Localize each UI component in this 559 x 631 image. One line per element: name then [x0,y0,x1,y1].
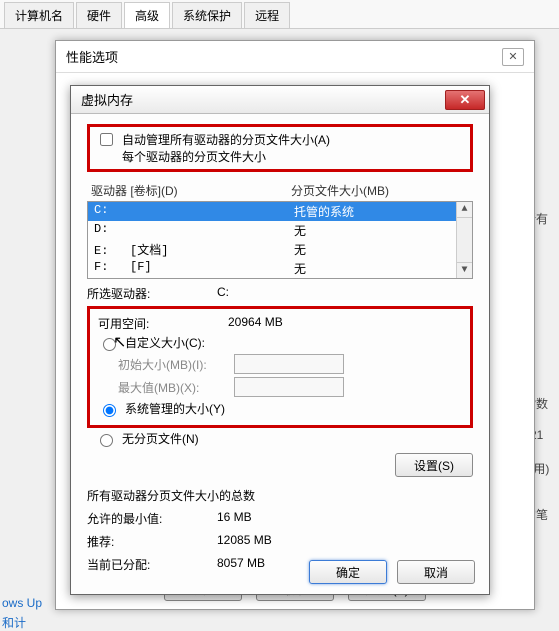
auto-manage-label: 自动管理所有驱动器的分页文件大小(A) [122,131,330,148]
vm-cancel-button[interactable]: 取消 [397,560,475,584]
drive-list-header: 驱动器 [卷标](D) 分页文件大小(MB) [87,180,473,201]
virtual-memory-dialog: 虚拟内存 ✕ 自动管理所有驱动器的分页文件大小(A) 每个驱动器的分页文件大小 … [70,85,490,595]
system-managed-label: 系统管理的大小(Y) [125,400,225,417]
no-paging-label: 无分页文件(N) [122,430,199,447]
performance-options-title: 性能选项 [66,47,118,66]
drive-row-c[interactable]: C: 托管的系统 [88,202,472,221]
virtual-memory-close-button[interactable]: ✕ [445,90,485,110]
current-alloc-value: 8057 MB [217,556,265,573]
no-paging-radio[interactable] [100,434,113,447]
tab-system-protection[interactable]: 系统保护 [172,2,242,28]
col-drive-label: 驱动器 [卷标](D) [91,182,291,199]
drive-list-scrollbar[interactable]: ▲ ▼ [456,202,472,278]
allowed-min-value: 16 MB [217,510,252,527]
custom-size-radio[interactable] [103,338,116,351]
tab-remote[interactable]: 远程 [244,2,290,28]
scroll-down-icon[interactable]: ▼ [457,262,472,278]
drive-row-e[interactable]: E: [文档] 无 [88,240,472,259]
tab-computer-name[interactable]: 计算机名 [4,2,74,28]
max-size-input[interactable] [234,377,344,397]
custom-size-label: 自定义大小(C): [125,334,205,351]
drive-row-f[interactable]: F: [F] 无 [88,259,472,278]
avail-space-value: 20964 MB [228,315,283,332]
allowed-min-label: 允许的最小值: [87,510,217,527]
initial-size-input[interactable] [234,354,344,374]
initial-size-label: 初始大小(MB)(I): [118,356,228,373]
set-button[interactable]: 设置(S) [395,453,473,477]
vm-ok-button[interactable]: 确定 [309,560,387,584]
highlight-auto-manage: 自动管理所有驱动器的分页文件大小(A) 每个驱动器的分页文件大小 [87,124,473,172]
bg-ows-up: ows Up [2,596,42,610]
recommended-label: 推荐: [87,533,217,550]
avail-space-label: 可用空间: [98,315,228,332]
current-alloc-label: 当前已分配: [87,556,217,573]
max-size-label: 最大值(MB)(X): [118,379,228,396]
per-drive-label: 每个驱动器的分页文件大小 [122,148,330,165]
performance-options-close-icon[interactable]: ✕ [502,48,524,66]
tab-advanced[interactable]: 高级 [124,2,170,28]
highlight-custom-size: 可用空间: 20964 MB 自定义大小(C): 初始大小(MB)(I): 最大… [87,306,473,428]
selected-drive-label: 所选驱动器: [87,285,217,302]
selected-drive-value: C: [217,285,229,302]
scroll-up-icon[interactable]: ▲ [457,202,472,218]
virtual-memory-title: 虚拟内存 [81,90,133,109]
totals-label: 所有驱动器分页文件大小的总数 [87,487,473,504]
auto-manage-checkbox[interactable] [100,133,113,146]
col-size-label: 分页文件大小(MB) [291,182,389,199]
system-properties-tabs: 计算机名 硬件 高级 系统保护 远程 [0,0,559,29]
bg-heji: 和计 [2,614,26,631]
drive-row-d[interactable]: D: 无 [88,221,472,240]
recommended-value: 12085 MB [217,533,272,550]
tab-hardware[interactable]: 硬件 [76,2,122,28]
drive-list[interactable]: C: 托管的系统 D: 无 E: [文档] 无 F: [F] 无 G: 无 ▲ [87,201,473,279]
system-managed-radio[interactable] [103,404,116,417]
drive-row-g[interactable]: G: 无 [88,278,472,279]
